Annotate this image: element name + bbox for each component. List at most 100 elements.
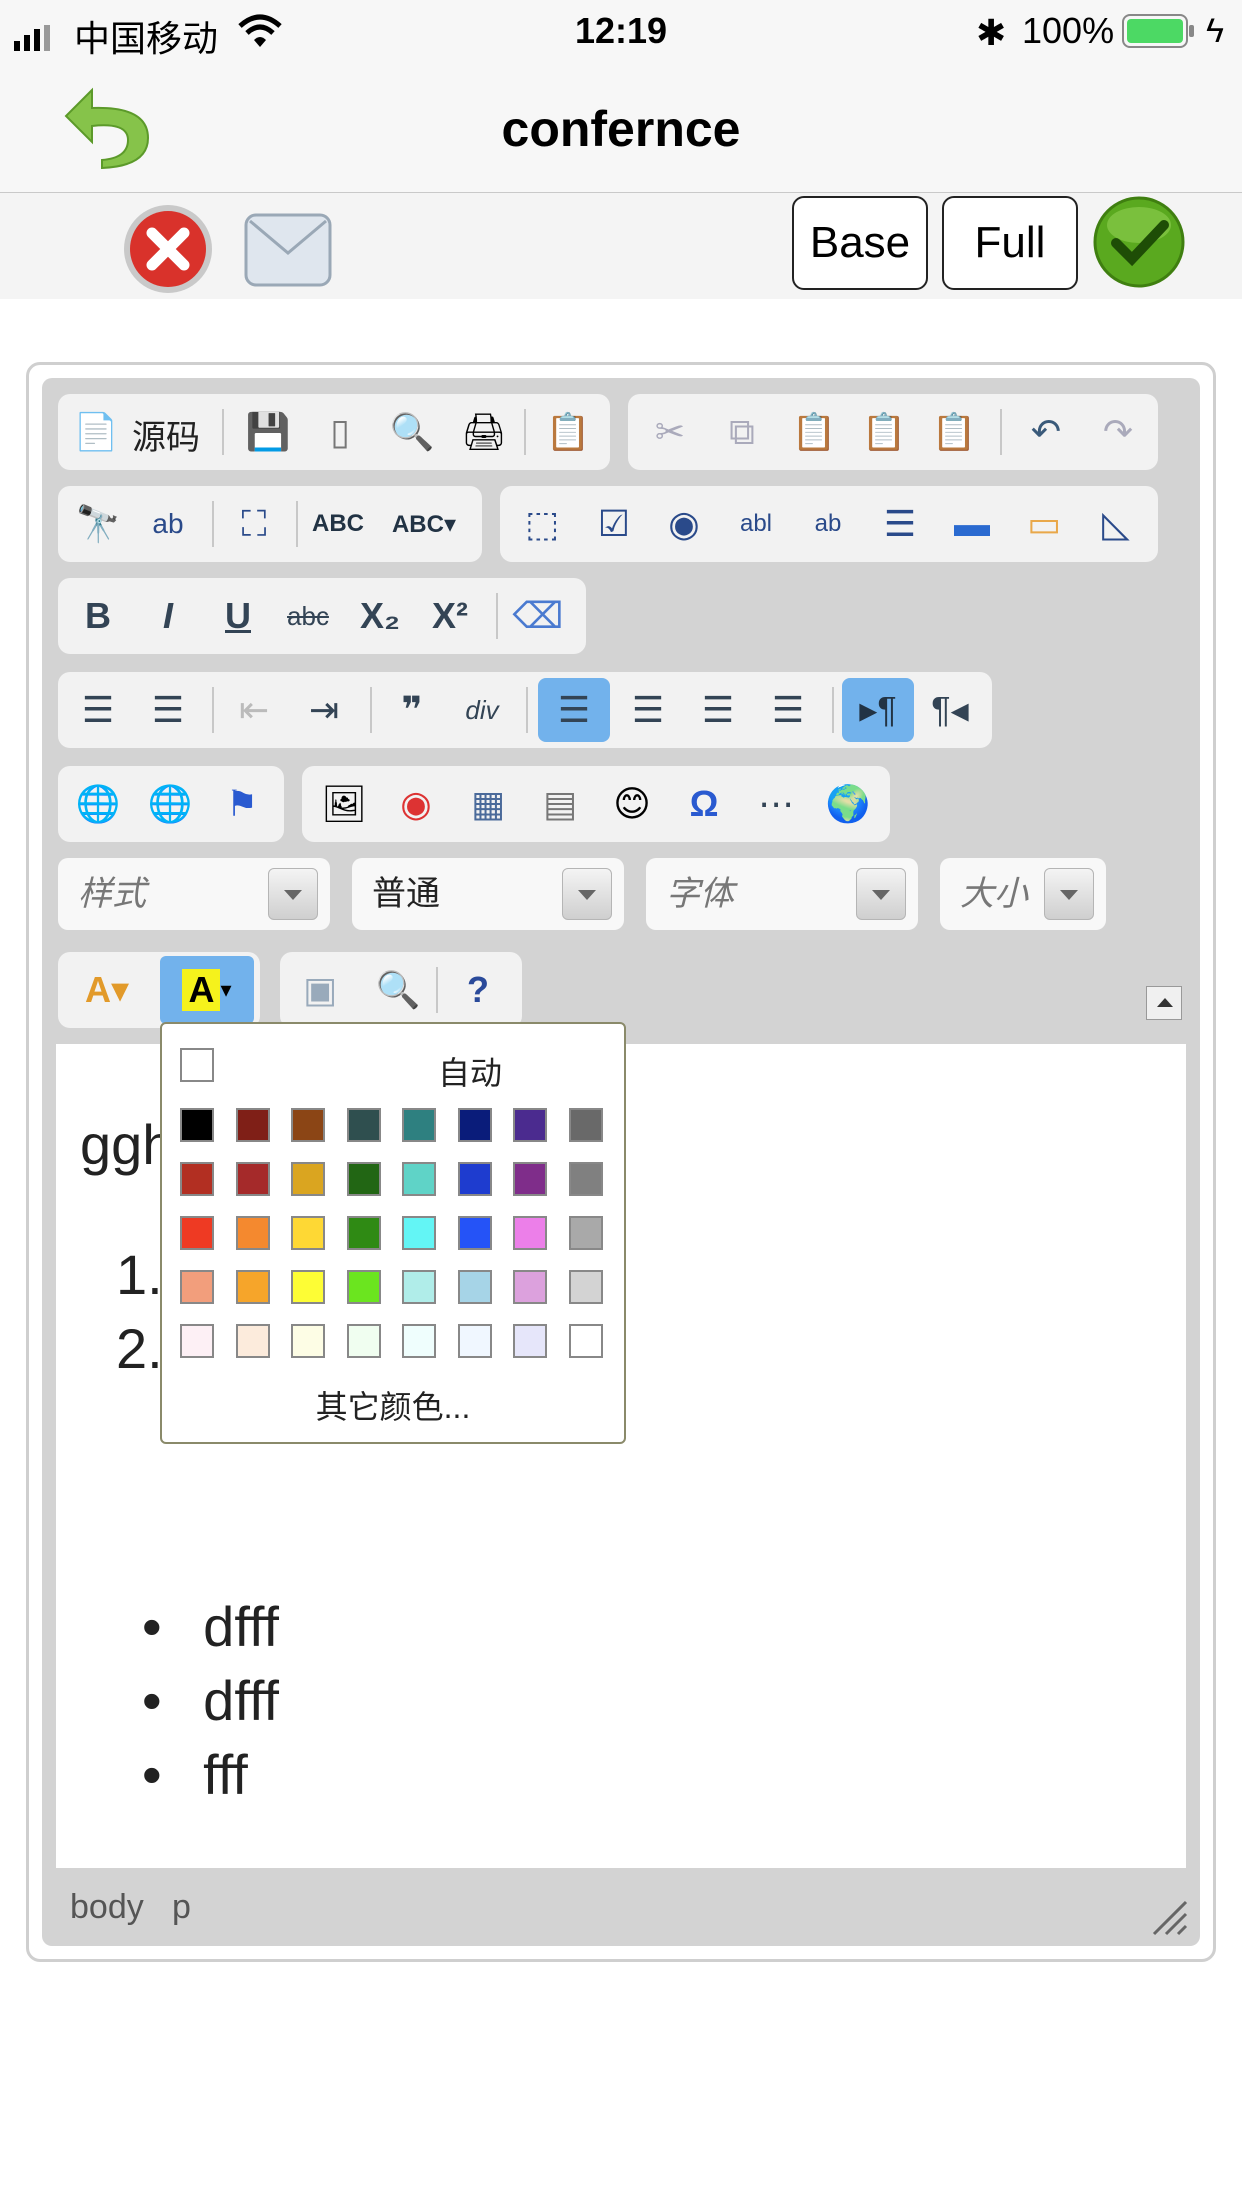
blockquote-icon[interactable]: ❞: [386, 684, 438, 736]
image-icon[interactable]: 🖼: [318, 778, 370, 830]
confirm-button[interactable]: [1092, 195, 1186, 289]
image-button-icon[interactable]: ▭: [1018, 498, 1070, 550]
checkbox-icon[interactable]: ☑: [588, 498, 640, 550]
color-swatch[interactable]: [402, 1270, 436, 1304]
cancel-button[interactable]: [122, 203, 214, 295]
textarea-icon[interactable]: ab: [802, 498, 854, 550]
superscript-icon[interactable]: X²: [424, 590, 476, 642]
color-swatch[interactable]: [180, 1324, 214, 1358]
color-swatch[interactable]: [180, 1162, 214, 1196]
path-item-body[interactable]: body: [70, 1888, 144, 1927]
replace-icon[interactable]: ab: [142, 498, 194, 550]
new-page-icon[interactable]: ▯: [314, 406, 366, 458]
cut-icon[interactable]: ✂: [644, 406, 696, 458]
align-left-icon[interactable]: ☰: [538, 678, 610, 742]
font-combo[interactable]: 字体: [646, 858, 918, 930]
preview-icon[interactable]: 🔍: [386, 406, 438, 458]
color-swatch[interactable]: [568, 1324, 603, 1358]
email-button[interactable]: [244, 205, 332, 293]
strike-icon[interactable]: abc: [282, 590, 334, 642]
help-icon[interactable]: ?: [452, 964, 504, 1016]
div-container-icon[interactable]: div: [456, 684, 508, 736]
redo-icon[interactable]: ↷: [1092, 406, 1144, 458]
table-icon[interactable]: ▦: [462, 778, 514, 830]
link-icon[interactable]: 🌐: [72, 778, 124, 830]
base-button[interactable]: Base: [792, 196, 928, 290]
spellcheck-as-you-type-icon[interactable]: ABC▾: [384, 498, 464, 550]
undo-icon[interactable]: ↶: [1020, 406, 1072, 458]
color-swatch[interactable]: [180, 1270, 214, 1304]
flash-icon[interactable]: ◉: [390, 778, 442, 830]
smiley-icon[interactable]: 😊: [606, 778, 658, 830]
color-swatch[interactable]: [457, 1216, 492, 1250]
color-swatch[interactable]: [513, 1324, 547, 1358]
color-swatch[interactable]: [513, 1270, 547, 1304]
color-swatch[interactable]: [235, 1270, 270, 1304]
button-field-icon[interactable]: ▬: [946, 498, 998, 550]
outdent-icon[interactable]: ⇤: [228, 684, 280, 736]
color-swatch[interactable]: [513, 1216, 547, 1250]
italic-icon[interactable]: I: [142, 590, 194, 642]
find-icon[interactable]: 🔭: [72, 498, 124, 550]
horizontal-rule-icon[interactable]: ▤: [534, 778, 586, 830]
spellcheck-icon[interactable]: ABC: [312, 498, 364, 550]
color-swatch[interactable]: [291, 1162, 325, 1196]
show-blocks-icon[interactable]: 🔍: [372, 964, 424, 1016]
subscript-icon[interactable]: X₂: [354, 590, 406, 642]
text-field-icon[interactable]: abl: [730, 498, 782, 550]
templates-icon[interactable]: 📋: [542, 406, 594, 458]
chevron-down-icon[interactable]: [1044, 868, 1094, 920]
color-swatch[interactable]: [235, 1324, 270, 1358]
source-icon[interactable]: 📄: [70, 406, 122, 458]
justify-icon[interactable]: ☰: [762, 684, 814, 736]
color-swatch[interactable]: [180, 1216, 214, 1250]
anchor-icon[interactable]: ⚑: [216, 778, 268, 830]
color-swatch[interactable]: [513, 1108, 547, 1142]
color-swatch[interactable]: [568, 1162, 603, 1196]
color-swatch[interactable]: [568, 1270, 603, 1304]
color-swatch[interactable]: [235, 1162, 270, 1196]
color-swatch[interactable]: [291, 1108, 325, 1142]
color-swatch[interactable]: [568, 1216, 603, 1250]
chevron-down-icon[interactable]: [562, 868, 612, 920]
print-icon[interactable]: 🖨: [458, 406, 510, 458]
resize-handle-icon[interactable]: [1148, 1896, 1188, 1936]
path-item-p[interactable]: p: [172, 1888, 191, 1927]
color-swatch[interactable]: [402, 1108, 436, 1142]
color-swatch[interactable]: [513, 1162, 547, 1196]
style-combo[interactable]: 样式: [58, 858, 330, 930]
indent-icon[interactable]: ⇥: [298, 684, 350, 736]
color-swatch[interactable]: [402, 1324, 436, 1358]
color-swatch[interactable]: [346, 1324, 381, 1358]
color-swatch[interactable]: [291, 1270, 325, 1304]
ltr-icon[interactable]: ▸¶: [842, 678, 914, 742]
paste-text-icon[interactable]: 📋: [858, 406, 910, 458]
color-swatch[interactable]: [346, 1108, 381, 1142]
color-swatch[interactable]: [457, 1270, 492, 1304]
auto-color-label[interactable]: 自动: [438, 1048, 502, 1094]
format-combo[interactable]: 普通: [352, 858, 624, 930]
paste-word-icon[interactable]: 📋: [928, 406, 980, 458]
form-icon[interactable]: ⬚: [516, 498, 568, 550]
color-swatch[interactable]: [457, 1324, 492, 1358]
text-color-icon[interactable]: A▾: [72, 964, 142, 1016]
chevron-down-icon[interactable]: [856, 868, 906, 920]
chevron-down-icon[interactable]: [268, 868, 318, 920]
radio-icon[interactable]: ◉: [658, 498, 710, 550]
auto-color-swatch[interactable]: [180, 1048, 214, 1082]
color-swatch[interactable]: [346, 1162, 381, 1196]
color-swatch[interactable]: [291, 1216, 325, 1250]
bold-icon[interactable]: B: [72, 590, 124, 642]
copy-icon[interactable]: ⧉: [716, 406, 768, 458]
page-break-icon[interactable]: ⋯: [750, 778, 802, 830]
color-swatch[interactable]: [346, 1270, 381, 1304]
align-center-icon[interactable]: ☰: [622, 684, 674, 736]
color-swatch[interactable]: [457, 1162, 492, 1196]
unlink-icon[interactable]: 🌐: [144, 778, 196, 830]
remove-format-icon[interactable]: ⌫: [512, 590, 564, 642]
color-swatch[interactable]: [568, 1108, 603, 1142]
collapse-toolbar-button[interactable]: [1146, 986, 1182, 1020]
rtl-icon[interactable]: ¶◂: [924, 684, 976, 736]
underline-icon[interactable]: U: [212, 590, 264, 642]
special-char-icon[interactable]: Ω: [678, 778, 730, 830]
